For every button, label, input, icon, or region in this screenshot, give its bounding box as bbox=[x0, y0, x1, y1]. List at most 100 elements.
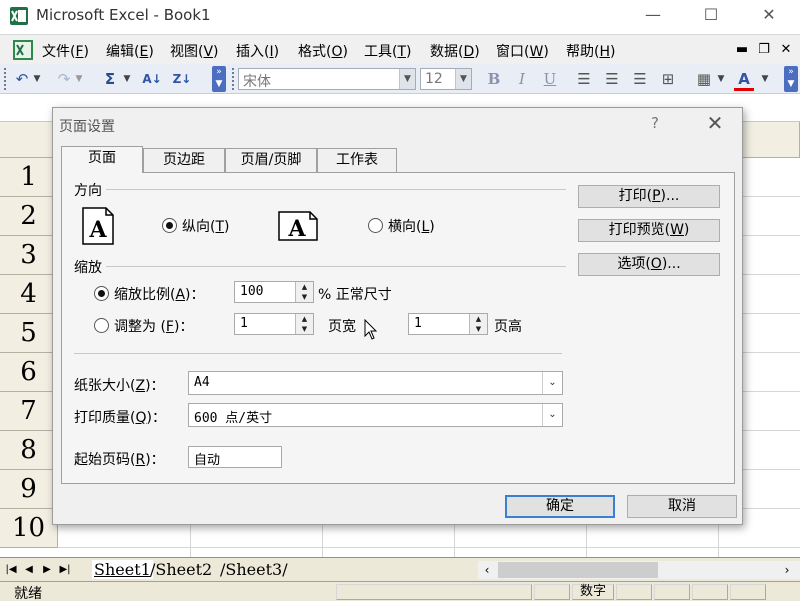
undo-icon[interactable]: ↶ bbox=[12, 69, 32, 89]
first-sheet-icon[interactable]: |◀ bbox=[4, 562, 18, 578]
menu-item[interactable]: 帮助(H) bbox=[566, 41, 615, 61]
close-icon[interactable]: ✕ bbox=[703, 111, 727, 135]
underline-icon[interactable]: U bbox=[540, 69, 560, 89]
last-sheet-icon[interactable]: ▶| bbox=[58, 562, 72, 578]
stepper-up-icon[interactable]: ▲ bbox=[296, 282, 313, 292]
align-right-icon[interactable]: ☰ bbox=[630, 69, 650, 89]
fit-to-radio[interactable] bbox=[94, 318, 109, 333]
menu-item[interactable]: 文件(F) bbox=[42, 41, 89, 61]
scroll-left-icon[interactable]: ‹ bbox=[480, 562, 494, 578]
adjust-to-label[interactable]: 缩放比例(A)： bbox=[114, 284, 205, 304]
maximize-button[interactable]: ☐ bbox=[688, 0, 734, 32]
autosum-dropdown-icon[interactable]: ▼ bbox=[122, 69, 132, 89]
menu-item[interactable]: 编辑(E) bbox=[106, 41, 154, 61]
doc-minimize-button[interactable]: ▬ bbox=[732, 41, 752, 59]
chevron-down-icon[interactable]: ▼ bbox=[399, 69, 415, 89]
menu-item[interactable]: 插入(I) bbox=[236, 41, 279, 61]
toolbar-grip[interactable] bbox=[232, 68, 235, 90]
workbook-icon[interactable] bbox=[12, 39, 34, 61]
row-header[interactable]: 8 bbox=[0, 431, 58, 470]
sheet-tab-sheet2[interactable]: /Sheet2 bbox=[150, 560, 212, 579]
align-left-icon[interactable]: ☰ bbox=[574, 69, 594, 89]
status-cell bbox=[692, 584, 728, 600]
stepper-up-icon[interactable]: ▲ bbox=[470, 314, 487, 324]
cancel-button[interactable]: 取消 bbox=[627, 495, 737, 518]
print-button[interactable]: 打印(P)... bbox=[578, 185, 720, 208]
minimize-button[interactable]: — bbox=[630, 0, 676, 32]
first-page-number-input[interactable]: 自动 bbox=[188, 446, 282, 468]
row-header[interactable]: 1 bbox=[0, 158, 58, 197]
landscape-label[interactable]: 横向(L) bbox=[388, 216, 435, 236]
tab-sheet[interactable]: 工作表 bbox=[317, 148, 397, 172]
merge-center-icon[interactable]: ⊞ bbox=[658, 69, 678, 89]
scale-percent-stepper[interactable]: 100 ▲ ▼ bbox=[234, 281, 314, 303]
paper-size-select[interactable]: A4 ⌄ bbox=[188, 371, 563, 395]
autosum-icon[interactable]: Σ bbox=[100, 69, 120, 89]
sort-descending-icon[interactable]: Z↓ bbox=[172, 69, 192, 89]
undo-dropdown-icon[interactable]: ▼ bbox=[32, 69, 42, 89]
sort-ascending-icon[interactable]: A↓ bbox=[142, 69, 162, 89]
close-window-button[interactable]: ✕ bbox=[746, 0, 792, 32]
prev-sheet-icon[interactable]: ◀ bbox=[22, 562, 36, 578]
tab-header-footer[interactable]: 页眉/页脚 bbox=[225, 148, 317, 172]
menu-item[interactable]: 视图(V) bbox=[170, 41, 219, 61]
row-header[interactable]: 10 bbox=[0, 509, 58, 548]
portrait-radio[interactable] bbox=[162, 218, 177, 233]
doc-close-button[interactable]: ✕ bbox=[776, 41, 796, 59]
tab-margins[interactable]: 页边距 bbox=[143, 148, 225, 172]
stepper-up-icon[interactable]: ▲ bbox=[296, 314, 313, 324]
redo-dropdown-icon[interactable]: ▼ bbox=[74, 69, 84, 89]
next-sheet-icon[interactable]: ▶ bbox=[40, 562, 54, 578]
fit-to-label[interactable]: 调整为 (F)： bbox=[114, 316, 193, 336]
borders-icon[interactable]: ▦ bbox=[694, 69, 714, 89]
print-quality-select[interactable]: 600 点/英寸 ⌄ bbox=[188, 403, 563, 427]
menu-item[interactable]: 工具(T) bbox=[364, 41, 412, 61]
chevron-down-icon[interactable]: ▼ bbox=[455, 69, 471, 89]
redo-icon[interactable]: ↷ bbox=[54, 69, 74, 89]
select-all-corner[interactable] bbox=[0, 122, 58, 158]
row-header[interactable]: 7 bbox=[0, 392, 58, 431]
horizontal-scrollbar[interactable]: ‹ › bbox=[478, 561, 800, 579]
pages-tall-stepper[interactable]: 1 ▲ ▼ bbox=[408, 313, 488, 335]
options-button[interactable]: 选项(O)... bbox=[578, 253, 720, 276]
print-preview-button[interactable]: 打印预览(W) bbox=[578, 219, 720, 242]
row-header[interactable]: 4 bbox=[0, 275, 58, 314]
sheet-tab-sheet1[interactable]: Sheet1 bbox=[92, 560, 153, 579]
font-color-dropdown-icon[interactable]: ▼ bbox=[760, 69, 770, 89]
chevron-down-icon[interactable]: ⌄ bbox=[542, 372, 562, 394]
doc-restore-button[interactable]: ❐ bbox=[754, 41, 774, 59]
row-header[interactable]: 9 bbox=[0, 470, 58, 509]
stepper-down-icon[interactable]: ▼ bbox=[296, 324, 313, 334]
row-header[interactable]: 5 bbox=[0, 314, 58, 353]
menu-item[interactable]: 格式(O) bbox=[298, 41, 348, 61]
font-name-combo[interactable]: 宋体 ▼ bbox=[238, 68, 416, 90]
pages-wide-stepper[interactable]: 1 ▲ ▼ bbox=[234, 313, 314, 335]
font-color-icon[interactable]: A bbox=[734, 69, 754, 91]
chevron-down-icon[interactable]: ⌄ bbox=[542, 404, 562, 426]
row-line bbox=[58, 547, 800, 548]
borders-dropdown-icon[interactable]: ▼ bbox=[716, 69, 726, 89]
portrait-label[interactable]: 纵向(T) bbox=[182, 216, 230, 236]
scroll-right-icon[interactable]: › bbox=[780, 562, 794, 578]
toolbar-options-icon[interactable]: » ▼ bbox=[784, 66, 798, 92]
scrollbar-thumb[interactable] bbox=[498, 562, 658, 578]
sheet-tab-sheet3[interactable]: /Sheet3/ bbox=[220, 560, 288, 579]
row-header[interactable]: 6 bbox=[0, 353, 58, 392]
stepper-down-icon[interactable]: ▼ bbox=[470, 324, 487, 334]
help-icon[interactable]: ? bbox=[651, 114, 659, 132]
bold-icon[interactable]: B bbox=[484, 69, 504, 89]
row-header[interactable]: 2 bbox=[0, 197, 58, 236]
landscape-radio[interactable] bbox=[368, 218, 383, 233]
font-size-combo[interactable]: 12 ▼ bbox=[420, 68, 472, 90]
italic-icon[interactable]: I bbox=[512, 69, 532, 89]
row-header[interactable]: 3 bbox=[0, 236, 58, 275]
toolbar-grip[interactable] bbox=[4, 68, 7, 90]
toolbar-options-icon[interactable]: » ▼ bbox=[212, 66, 226, 92]
ok-button[interactable]: 确定 bbox=[505, 495, 615, 518]
stepper-down-icon[interactable]: ▼ bbox=[296, 292, 313, 302]
adjust-to-radio[interactable] bbox=[94, 286, 109, 301]
menu-item[interactable]: 窗口(W) bbox=[496, 41, 549, 61]
align-center-icon[interactable]: ☰ bbox=[602, 69, 622, 89]
menu-item[interactable]: 数据(D) bbox=[430, 41, 480, 61]
tab-page[interactable]: 页面 bbox=[61, 146, 143, 173]
